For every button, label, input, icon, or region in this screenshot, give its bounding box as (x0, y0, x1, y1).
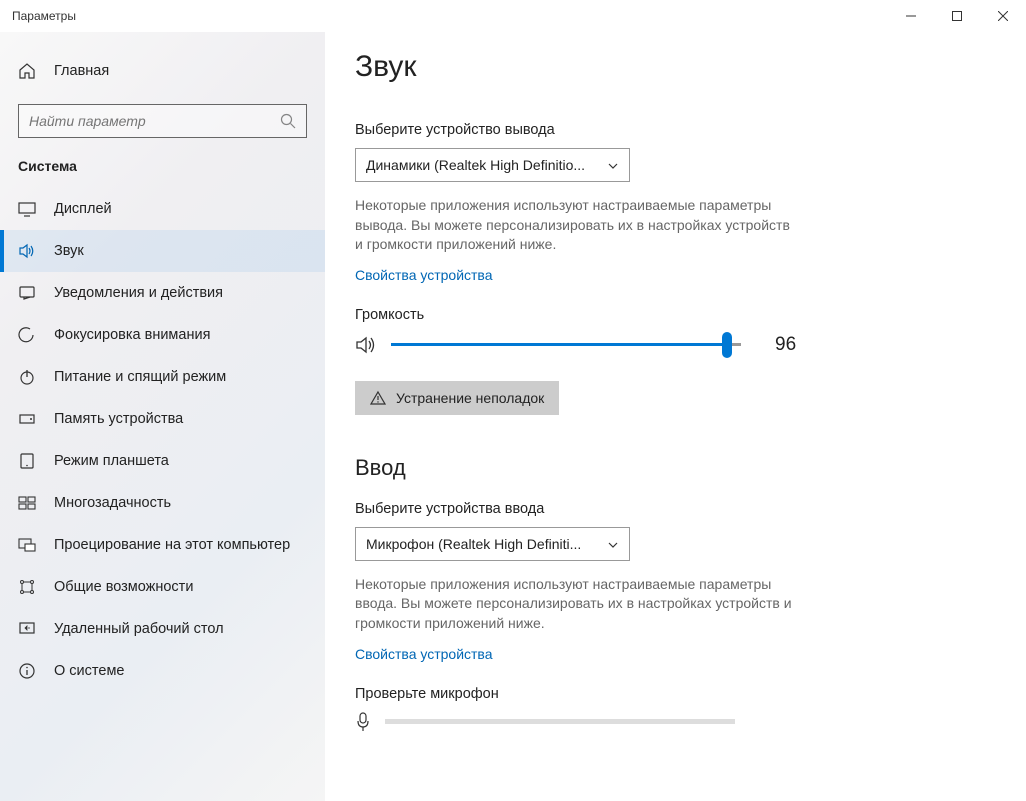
storage-icon (18, 410, 36, 428)
slider-thumb[interactable] (722, 332, 732, 358)
sidebar-item-about[interactable]: О системе (0, 650, 325, 692)
input-heading: Ввод (355, 455, 996, 481)
sound-icon (18, 242, 36, 260)
sidebar-item-label: Питание и спящий режим (54, 369, 226, 385)
volume-slider[interactable] (391, 333, 741, 357)
home-icon (18, 62, 36, 80)
shared-icon (18, 578, 36, 596)
output-device-value: Динамики (Realtek High Definitio... (366, 157, 607, 173)
sidebar-item-label: Фокусировка внимания (54, 327, 210, 343)
category-header: Система (0, 158, 325, 188)
home-nav[interactable]: Главная (0, 54, 325, 88)
output-description: Некоторые приложения используют настраив… (355, 196, 795, 255)
search-input[interactable] (29, 113, 280, 129)
mic-level-bar (385, 719, 735, 724)
sidebar-item-label: Память устройства (54, 411, 183, 427)
multitask-icon (18, 494, 36, 512)
mic-test-label: Проверьте микрофон (355, 686, 996, 702)
display-icon (18, 200, 36, 218)
sidebar-item-power[interactable]: Питание и спящий режим (0, 356, 325, 398)
input-device-label: Выберите устройства ввода (355, 501, 996, 517)
volume-value: 96 (775, 334, 796, 356)
input-device-value: Микрофон (Realtek High Definiti... (366, 536, 607, 552)
sidebar-item-multitask[interactable]: Многозадачность (0, 482, 325, 524)
sidebar-item-label: Дисплей (54, 201, 112, 217)
page-title: Звук (355, 50, 996, 84)
troubleshoot-button[interactable]: Устранение неполадок (355, 381, 559, 415)
home-label: Главная (54, 63, 109, 79)
input-properties-link[interactable]: Свойства устройства (355, 646, 493, 662)
sidebar-item-label: Многозадачность (54, 495, 171, 511)
minimize-button[interactable] (888, 0, 934, 32)
output-device-label: Выберите устройство вывода (355, 122, 996, 138)
notifications-icon (18, 284, 36, 302)
sidebar-item-display[interactable]: Дисплей (0, 188, 325, 230)
sidebar-item-label: О системе (54, 663, 124, 679)
sidebar-item-focus[interactable]: Фокусировка внимания (0, 314, 325, 356)
troubleshoot-label: Устранение неполадок (396, 390, 544, 406)
power-icon (18, 368, 36, 386)
maximize-button[interactable] (934, 0, 980, 32)
search-box[interactable] (18, 104, 307, 138)
main-content: Звук Выберите устройство вывода Динамики… (325, 32, 1026, 801)
microphone-icon (355, 712, 371, 732)
sidebar-item-label: Удаленный рабочий стол (54, 621, 224, 637)
output-properties-link[interactable]: Свойства устройства (355, 267, 493, 283)
sidebar-item-sound[interactable]: Звук (0, 230, 325, 272)
input-description: Некоторые приложения используют настраив… (355, 575, 795, 634)
close-button[interactable] (980, 0, 1026, 32)
sidebar-item-label: Общие возможности (54, 579, 193, 595)
sidebar-item-label: Уведомления и действия (54, 285, 223, 301)
chevron-down-icon (607, 538, 619, 550)
titlebar: Параметры (0, 0, 1026, 32)
volume-label: Громкость (355, 307, 996, 323)
sidebar-item-label: Режим планшета (54, 453, 169, 469)
sidebar-item-notifications[interactable]: Уведомления и действия (0, 272, 325, 314)
tablet-icon (18, 452, 36, 470)
sidebar-item-storage[interactable]: Память устройства (0, 398, 325, 440)
window-title: Параметры (12, 9, 888, 23)
sidebar-item-tablet[interactable]: Режим планшета (0, 440, 325, 482)
search-icon (280, 113, 296, 129)
chevron-down-icon (607, 159, 619, 171)
about-icon (18, 662, 36, 680)
project-icon (18, 536, 36, 554)
input-device-select[interactable]: Микрофон (Realtek High Definiti... (355, 527, 630, 561)
nav-list: Дисплей Звук Уведомления и действия Фоку… (0, 188, 325, 692)
output-device-select[interactable]: Динамики (Realtek High Definitio... (355, 148, 630, 182)
sidebar-item-remote[interactable]: Удаленный рабочий стол (0, 608, 325, 650)
sidebar-item-shared[interactable]: Общие возможности (0, 566, 325, 608)
sidebar-item-label: Проецирование на этот компьютер (54, 537, 290, 553)
remote-icon (18, 620, 36, 638)
speaker-icon (355, 334, 377, 356)
sidebar-item-projecting[interactable]: Проецирование на этот компьютер (0, 524, 325, 566)
sidebar-item-label: Звук (54, 243, 84, 259)
sidebar: Главная Система Дисплей Звук Уведомления… (0, 32, 325, 801)
focus-icon (18, 326, 36, 344)
warning-icon (370, 390, 386, 406)
